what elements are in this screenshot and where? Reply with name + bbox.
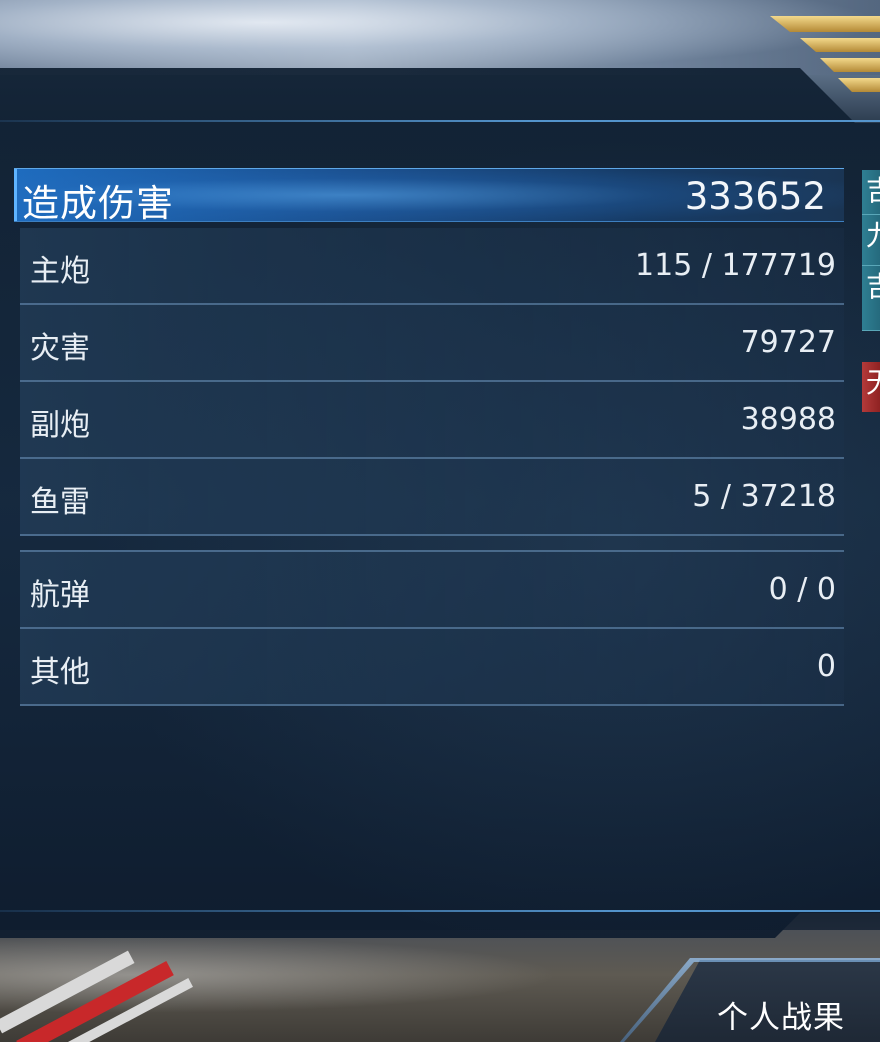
side-tab-2[interactable]: 九: [862, 215, 880, 266]
damage-row-aerial-bomb: 航弹 0 / 0: [20, 550, 844, 629]
damage-row-secondary-gun: 副炮 38988: [20, 382, 844, 459]
row-label: 鱼雷: [30, 485, 90, 520]
battle-result-screen: 造成伤害 333652 主炮 115 / 177719 灾害 79727 副炮 …: [0, 0, 880, 1042]
panel-top-divider: [0, 120, 880, 122]
damage-breakdown-list: 主炮 115 / 177719 灾害 79727 副炮 38988 鱼雷 5 /…: [20, 228, 844, 706]
damage-row-main-gun: 主炮 115 / 177719: [20, 228, 844, 305]
side-tab-3[interactable]: 吉: [862, 266, 880, 331]
row-value: 0 / 0: [768, 572, 836, 607]
total-damage-value: 333652: [684, 175, 826, 218]
row-value: 0: [816, 649, 836, 684]
row-label: 主炮: [30, 254, 90, 289]
side-tab-1[interactable]: 吉: [862, 170, 880, 215]
total-damage-header: 造成伤害 333652: [14, 168, 844, 225]
damage-row-torpedo: 鱼雷 5 / 37218: [20, 459, 844, 536]
row-label: 航弹: [30, 578, 90, 613]
total-damage-label: 造成伤害: [22, 182, 174, 225]
sky-background: [0, 0, 880, 75]
gold-chevron-rank-icon: [770, 16, 880, 92]
row-value: 5 / 37218: [692, 479, 836, 514]
side-tab-4[interactable]: 无: [862, 362, 880, 412]
personal-results-label: 个人战果: [717, 1000, 845, 1036]
row-label: 副炮: [30, 408, 90, 443]
row-label: 灾害: [30, 331, 90, 366]
panel-bottom-divider: [0, 910, 880, 912]
row-value: 115 / 177719: [635, 248, 836, 283]
row-value: 79727: [740, 325, 836, 360]
damage-row-other: 其他 0: [20, 629, 844, 706]
damage-row-disaster: 灾害 79727: [20, 305, 844, 382]
row-value: 38988: [740, 402, 836, 437]
row-label: 其他: [30, 655, 90, 690]
